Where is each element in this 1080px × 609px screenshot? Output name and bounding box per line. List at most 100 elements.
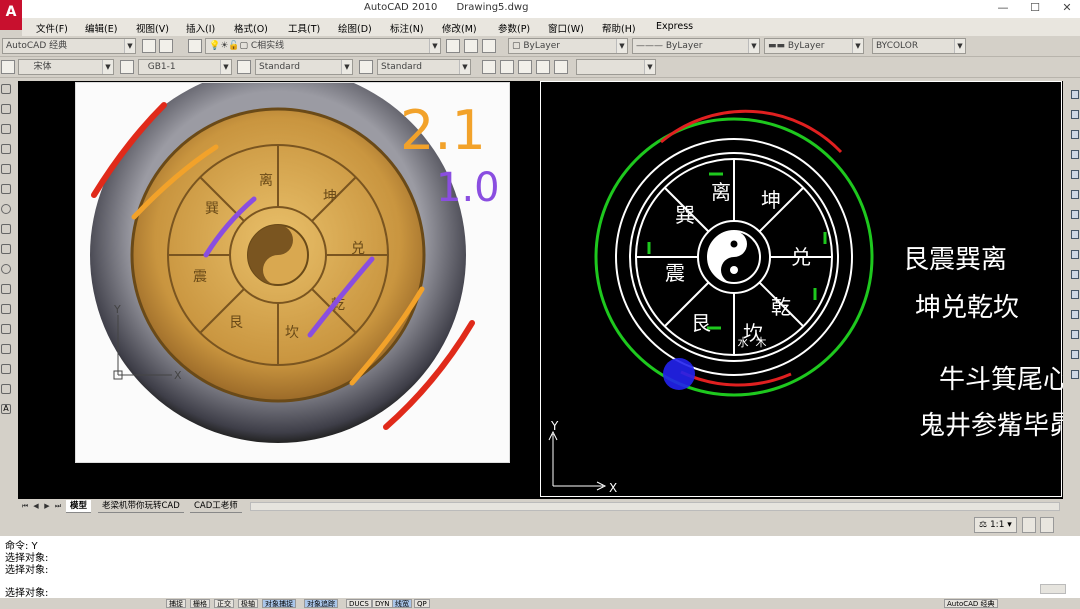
maximize-button[interactable]: ☐	[1022, 0, 1048, 16]
annotation-scale-dropdown[interactable]: ⚖ 1:1 ▾	[974, 517, 1017, 533]
layer-previous-icon[interactable]	[464, 39, 478, 53]
menu-dimension[interactable]: 标注(N)	[390, 21, 424, 35]
annotation-visibility-icon[interactable]	[1022, 517, 1036, 533]
gradient-icon[interactable]	[1, 384, 11, 394]
prev-tab-button[interactable]: ◀	[31, 501, 41, 511]
workspace-switch[interactable]: AutoCAD 经典	[944, 599, 998, 608]
menu-window[interactable]: 窗口(W)	[548, 21, 584, 35]
polyline-icon[interactable]	[1, 124, 11, 134]
menu-insert[interactable]: 插入(I)	[186, 21, 215, 35]
autocad-logo-icon[interactable]: A	[0, 0, 22, 30]
fillet-icon[interactable]	[1071, 370, 1079, 379]
tab-layout-2[interactable]: CAD工老师	[190, 500, 242, 513]
command-scrollbar[interactable]	[1040, 584, 1066, 594]
dyn-toggle[interactable]: DYN	[372, 599, 393, 608]
lineweight-dropdown[interactable]: ▬▬ ByLayer ▼	[764, 38, 864, 54]
osnap-toggle[interactable]: 对象捕捉	[262, 599, 296, 608]
command-prompt[interactable]: 选择对象:	[5, 584, 48, 599]
mirror-icon[interactable]	[1071, 130, 1079, 139]
construction-line-icon[interactable]	[1, 104, 11, 114]
first-tab-button[interactable]: ⏮	[20, 501, 30, 511]
mtext-icon[interactable]: A	[1, 404, 11, 414]
command-window[interactable]: 命令: Y 选择对象: 选择对象: 选择对象:	[0, 536, 1080, 599]
close-button[interactable]: ✕	[1054, 0, 1080, 16]
circle-icon[interactable]	[1, 204, 11, 214]
table-style-dropdown[interactable]: Standard ▼	[255, 59, 353, 75]
move-icon[interactable]	[1071, 190, 1079, 199]
tab-model[interactable]: 模型	[66, 500, 92, 513]
insert-block-icon[interactable]	[1, 304, 11, 314]
line-icon[interactable]	[1, 84, 11, 94]
menu-view[interactable]: 视图(V)	[136, 21, 169, 35]
arc-icon[interactable]	[1, 184, 11, 194]
menu-tools[interactable]: 工具(T)	[288, 21, 320, 35]
rotate-icon[interactable]	[1071, 210, 1079, 219]
point-icon[interactable]	[1, 344, 11, 354]
polygon-icon[interactable]	[1, 144, 11, 154]
offset-icon[interactable]	[1071, 150, 1079, 159]
ellipse-icon[interactable]	[1, 264, 11, 274]
minimize-button[interactable]: —	[990, 0, 1016, 16]
auto-scale-icon[interactable]	[1040, 517, 1054, 533]
cad-viewport[interactable]: 离 坤 兑 乾 坎 艮 震 巽 水 木 艮震巽离 坤兑乾坎 牛斗箕尾心 鬼井参觜…	[540, 81, 1075, 497]
grid-toggle[interactable]: 栅格	[190, 599, 210, 608]
multileader-style-dropdown[interactable]: Standard ▼	[377, 59, 471, 75]
hatch-icon[interactable]	[1, 364, 11, 374]
text-line-4[interactable]: 鬼井参觜毕昴	[919, 411, 1075, 441]
make-block-icon[interactable]	[1, 324, 11, 334]
ducs-toggle[interactable]: DUCS	[346, 599, 372, 608]
next-tab-button[interactable]: ▶	[42, 501, 52, 511]
color-dropdown[interactable]: ▢ ByLayer ▼	[508, 38, 628, 54]
menu-format[interactable]: 格式(O)	[234, 21, 268, 35]
plotstyle-dropdown[interactable]: BYCOLOR ▼	[872, 38, 966, 54]
array-icon[interactable]	[1071, 170, 1079, 179]
tab-layout-1[interactable]: 老梁机带你玩转CAD	[98, 500, 184, 513]
revision-cloud-icon[interactable]	[1, 224, 11, 234]
menu-draw[interactable]: 绘图(D)	[338, 21, 372, 35]
qp-toggle[interactable]: QP	[414, 599, 430, 608]
horizontal-scrollbar[interactable]	[250, 502, 1060, 511]
text-style-icon[interactable]	[1, 60, 15, 74]
extend-icon[interactable]	[1071, 290, 1079, 299]
dim-style-dropdown[interactable]: GB1-1 ▼	[138, 59, 232, 75]
menu-edit[interactable]: 编辑(E)	[85, 21, 117, 35]
viewport-icon[interactable]	[482, 60, 496, 74]
ellipse-arc-icon[interactable]	[1, 284, 11, 294]
join-icon[interactable]	[1071, 330, 1079, 339]
otrack-toggle[interactable]: 对象追踪	[304, 599, 338, 608]
text-line-3[interactable]: 牛斗箕尾心	[939, 365, 1069, 395]
break-icon[interactable]	[1071, 310, 1079, 319]
erase-icon[interactable]	[1071, 90, 1079, 99]
make-current-layer-icon[interactable]	[446, 39, 460, 53]
layer-state-icon[interactable]	[482, 39, 496, 53]
reference-image[interactable]: 离 坤 兑 乾 坎 艮 震 巽 2.1 1.0 X Y	[75, 67, 510, 463]
clip-viewport-icon[interactable]	[536, 60, 550, 74]
menu-help[interactable]: 帮助(H)	[602, 21, 636, 35]
menu-modify[interactable]: 修改(M)	[442, 21, 477, 35]
text-style-dropdown[interactable]: 宋体 ▼	[18, 59, 114, 75]
spline-icon[interactable]	[1, 244, 11, 254]
single-viewport-icon[interactable]	[500, 60, 514, 74]
dim-style-icon[interactable]	[120, 60, 134, 74]
rectangle-icon[interactable]	[1, 164, 11, 174]
menu-parametric[interactable]: 参数(P)	[498, 21, 530, 35]
viewport-scale-dropdown[interactable]: ▼	[576, 59, 656, 75]
stretch-icon[interactable]	[1071, 250, 1079, 259]
table-style-icon[interactable]	[237, 60, 251, 74]
gear-icon[interactable]	[142, 39, 156, 53]
scale-icon[interactable]	[1071, 230, 1079, 239]
copy-icon[interactable]	[1071, 110, 1079, 119]
workspace-dropdown[interactable]: AutoCAD 经典 ▼	[2, 38, 136, 54]
linetype-dropdown[interactable]: ——— ByLayer ▼	[632, 38, 760, 54]
chamfer-icon[interactable]	[1071, 350, 1079, 359]
ortho-toggle[interactable]: 正交	[214, 599, 234, 608]
viewport-scale-icon[interactable]	[554, 60, 568, 74]
text-line-2[interactable]: 坤兑乾坎	[915, 293, 1019, 323]
layer-manager-icon[interactable]	[188, 39, 202, 53]
multileader-style-icon[interactable]	[359, 60, 373, 74]
polar-toggle[interactable]: 极轴	[238, 599, 258, 608]
workspace-settings-icon[interactable]	[159, 39, 173, 53]
menu-express[interactable]: Express	[656, 21, 693, 32]
lineweight-toggle[interactable]: 线宽	[392, 599, 412, 608]
trim-icon[interactable]	[1071, 270, 1079, 279]
